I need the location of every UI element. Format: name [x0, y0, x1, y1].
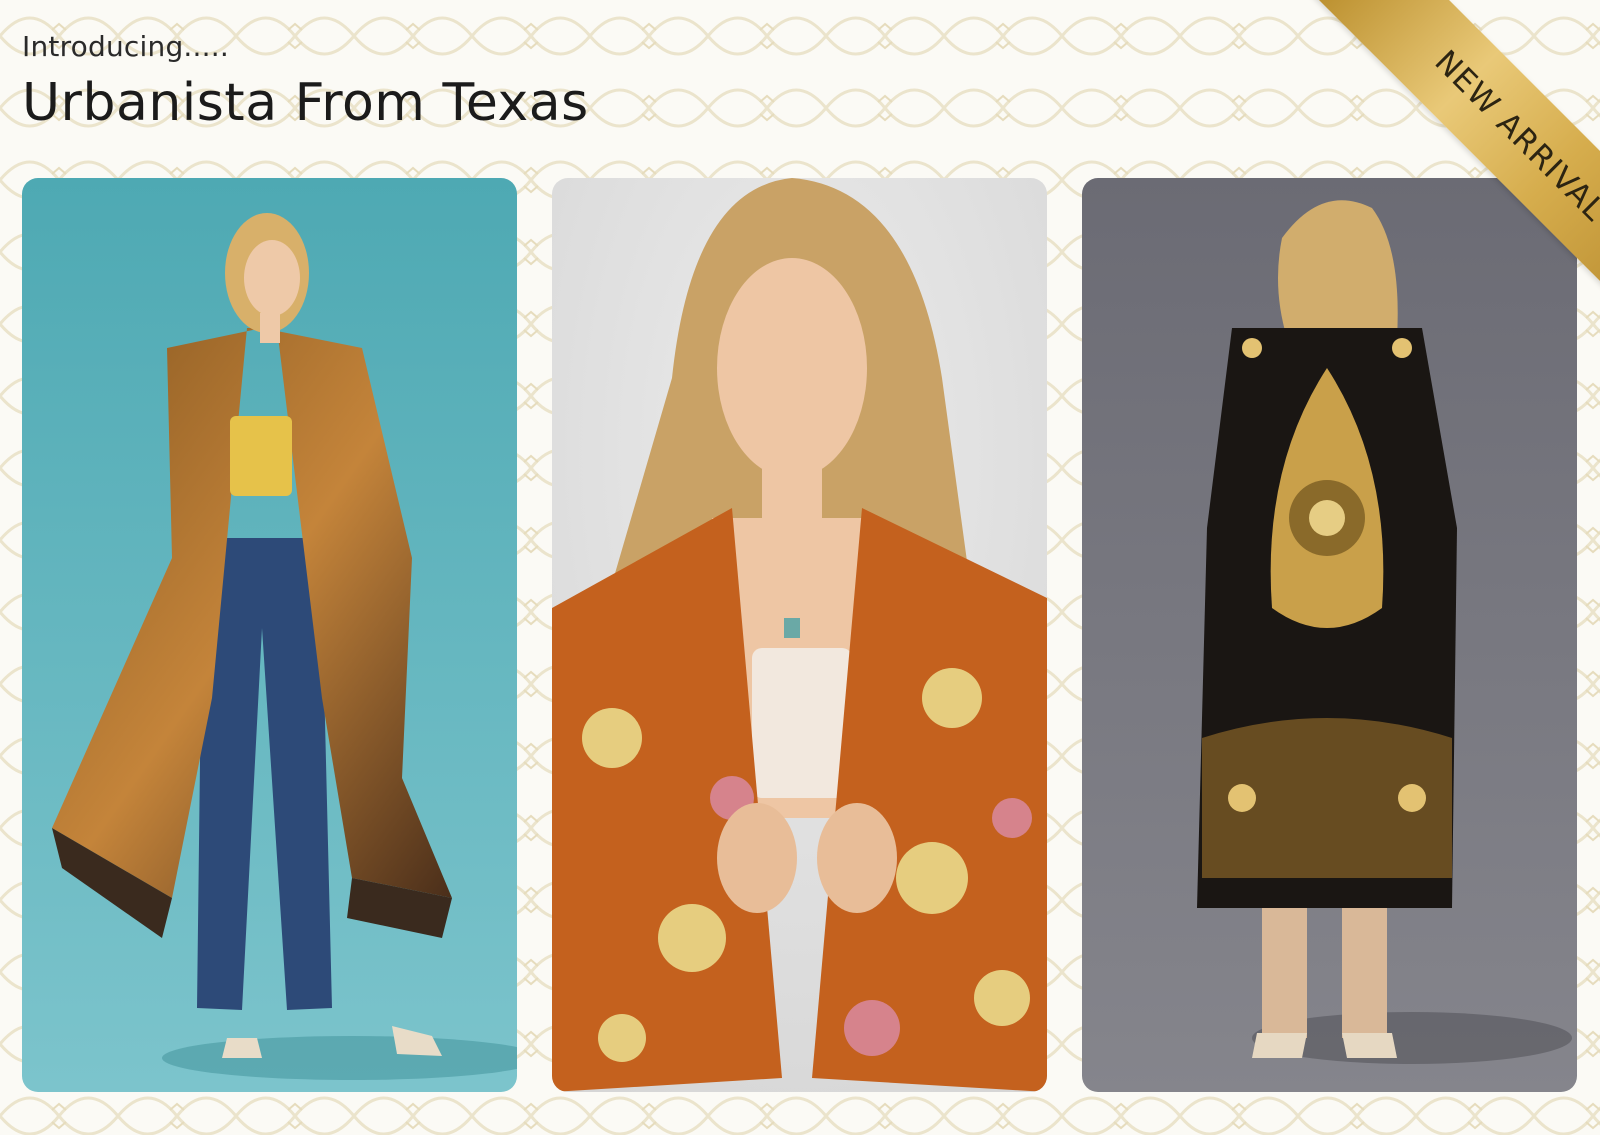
model-orange-floral-kimono-photo: [552, 178, 1047, 1092]
model-long-fringe-kimono-photo: [22, 178, 517, 1092]
product-card-3[interactable]: [1082, 178, 1577, 1092]
header: Introducing..... Urbanista From Texas: [22, 30, 589, 133]
page-title: Urbanista From Texas: [22, 73, 589, 133]
model-black-gold-paisley-kimono-photo: [1082, 178, 1577, 1092]
product-card-2[interactable]: [552, 178, 1047, 1092]
eyebrow-text: Introducing.....: [22, 30, 229, 63]
product-card-1[interactable]: [22, 178, 517, 1092]
